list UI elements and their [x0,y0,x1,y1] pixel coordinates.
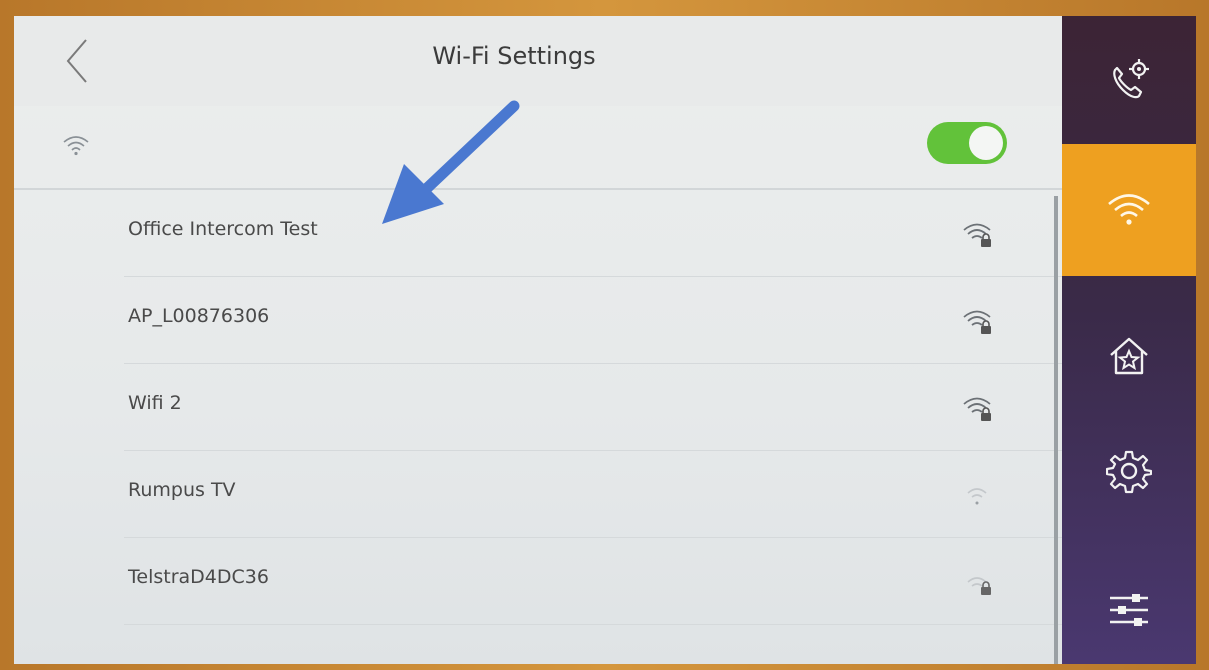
sidebar-item-call-settings[interactable] [1062,16,1196,144]
home-star-icon [1110,337,1148,375]
annotation-arrow-icon [382,100,520,224]
wifi-icon [63,136,89,156]
network-name: AP_L00876306 [128,305,270,327]
sidebar-item-settings[interactable] [1062,416,1196,526]
wifi-icon [1108,194,1150,225]
header: Wi-Fi Settings [14,16,1062,106]
wifi-lock-icon [967,577,991,595]
network-name: Office Intercom Test [128,218,318,240]
wifi-lock-icon [963,310,991,334]
network-name: TelstraD4DC36 [128,566,269,588]
sidebar-item-wifi[interactable] [1062,144,1196,276]
sliders-icon [1110,594,1148,626]
network-row[interactable]: AP_L00876306 [124,277,1062,364]
network-list: Office Intercom Test AP_L00876306 Wifi 2… [14,190,1062,625]
wifi-settings-panel: Wi-Fi Settings Office Intercom Test AP_L… [14,16,1062,664]
phone-settings-icon [1113,59,1149,99]
toggle-knob [969,126,1003,160]
network-row[interactable]: Wifi 2 [124,364,1062,451]
wifi-lock-icon [963,397,991,421]
sidebar-item-home[interactable] [1062,296,1196,416]
wifi-toggle[interactable] [927,122,1007,164]
wifi-weak-icon [967,488,987,505]
wifi-lock-icon [963,223,991,247]
network-name: Rumpus TV [128,479,236,501]
sidebar-item-adjust[interactable] [1062,556,1196,664]
device-screen: Wi-Fi Settings Office Intercom Test AP_L… [14,16,1196,664]
network-row[interactable]: TelstraD4DC36 [124,538,1062,625]
network-row[interactable]: Office Intercom Test [124,190,1062,277]
page-title: Wi-Fi Settings [432,42,596,70]
gear-icon [1106,450,1152,494]
scrollbar[interactable] [1054,196,1058,664]
network-row[interactable]: Rumpus TV [124,451,1062,538]
network-name: Wifi 2 [128,392,182,414]
sidebar-nav [1062,16,1196,664]
